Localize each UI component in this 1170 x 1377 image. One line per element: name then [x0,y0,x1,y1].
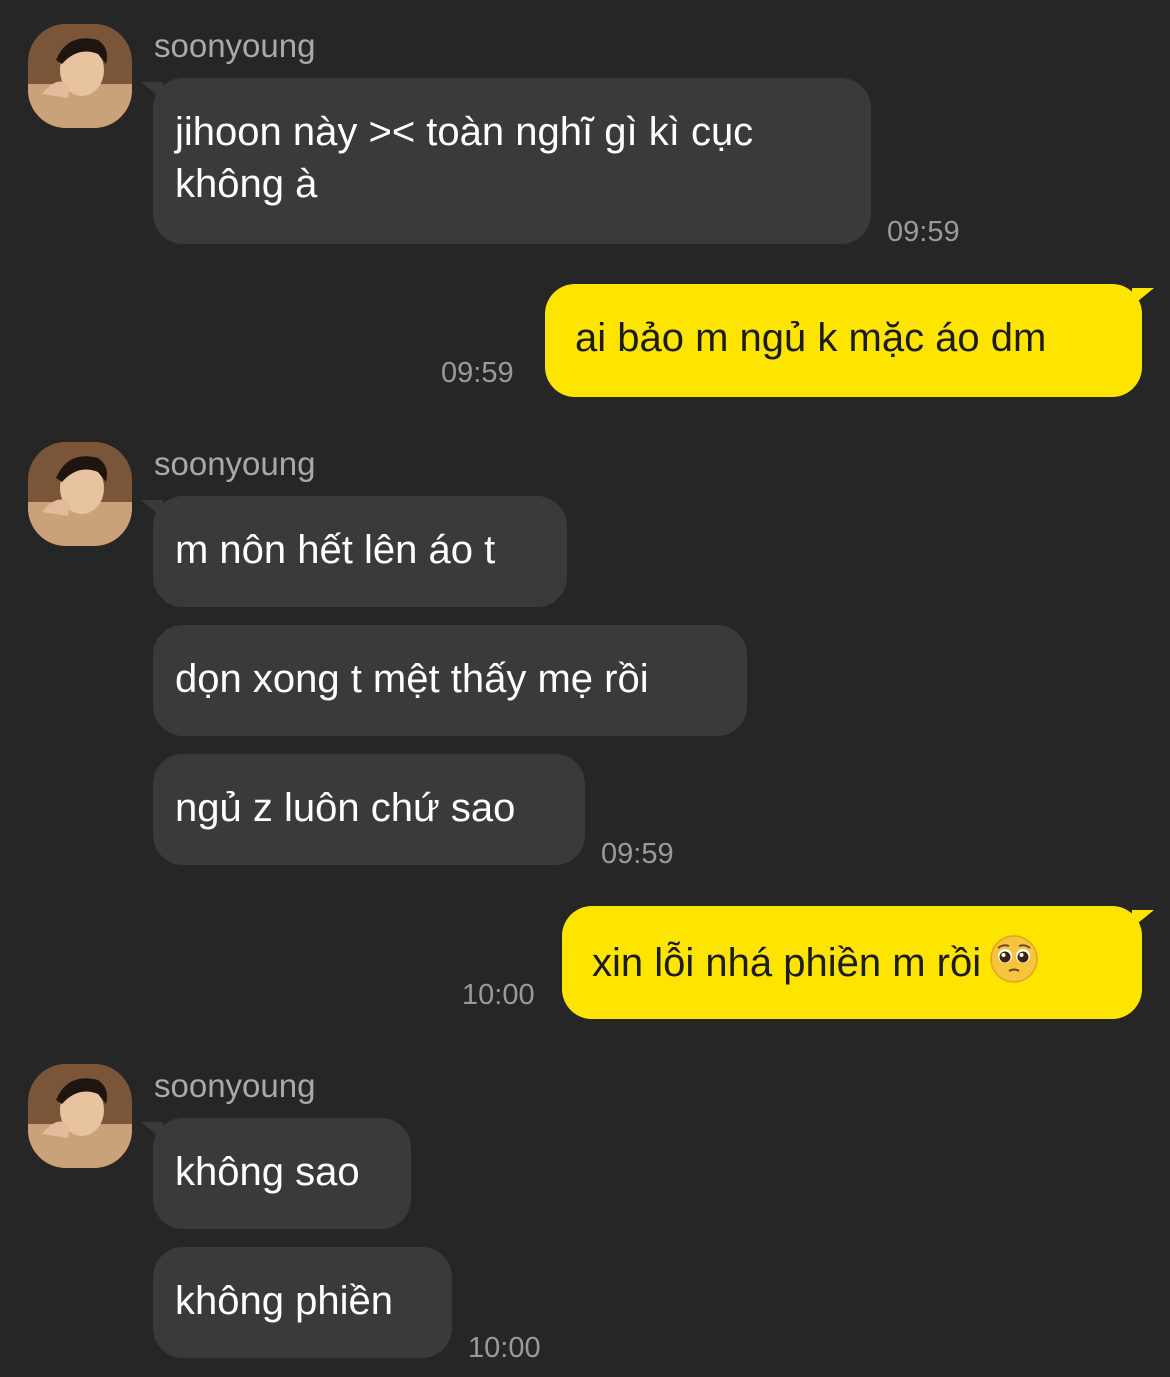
incoming-message-bubble[interactable]: không sao [141,1118,411,1229]
message-timestamp: 09:59 [601,838,674,870]
incoming-message-bubble[interactable]: không phiền [153,1247,452,1358]
incoming-message-bubble[interactable]: ngủ z luôn chứ sao [153,754,585,865]
message-timestamp: 09:59 [441,357,514,389]
sender-name: soonyoung [154,27,316,64]
sender-avatar[interactable] [28,24,132,128]
bubble-tail [1132,288,1154,306]
message-timestamp: 10:00 [462,979,535,1011]
message-text: ai bảo m ngủ k mặc áo dm [575,316,1047,360]
message-text: không sao [175,1150,360,1194]
incoming-message-bubble[interactable]: dọn xong t mệt thấy mẹ rồi [153,625,747,736]
sender-name: soonyoung [154,1067,316,1104]
sender-avatar[interactable] [28,1064,132,1168]
message-text: m nôn hết lên áo t [175,528,496,572]
bubble-tail [141,82,163,100]
incoming-message-bubble[interactable]: jihoon này >< toàn nghĩ gì kì cục không … [141,78,871,244]
message-text-line: jihoon này >< toàn nghĩ gì kì cục [175,110,754,154]
message-timestamp: 10:00 [468,1332,541,1364]
outgoing-message-bubble[interactable]: xin lỗi nhá phiền m rồi [562,906,1154,1019]
outgoing-message-bubble[interactable]: ai bảo m ngủ k mặc áo dm [545,284,1154,397]
message-text: ngủ z luôn chứ sao [175,786,516,830]
sender-avatar[interactable] [28,442,132,546]
message-text: dọn xong t mệt thấy mẹ rồi [175,657,649,701]
bubble-tail [141,500,163,518]
bubble-tail [141,1122,163,1140]
message-text-line: không à [175,162,318,206]
message-text: xin lỗi nhá phiền m rồi [592,941,982,985]
pleading-face-emoji-icon [989,934,1039,984]
bubble-tail [1132,910,1154,928]
message-timestamp: 09:59 [887,216,960,248]
message-text: không phiền [175,1279,393,1323]
sender-name: soonyoung [154,445,316,482]
incoming-message-bubble[interactable]: m nôn hết lên áo t [141,496,567,607]
